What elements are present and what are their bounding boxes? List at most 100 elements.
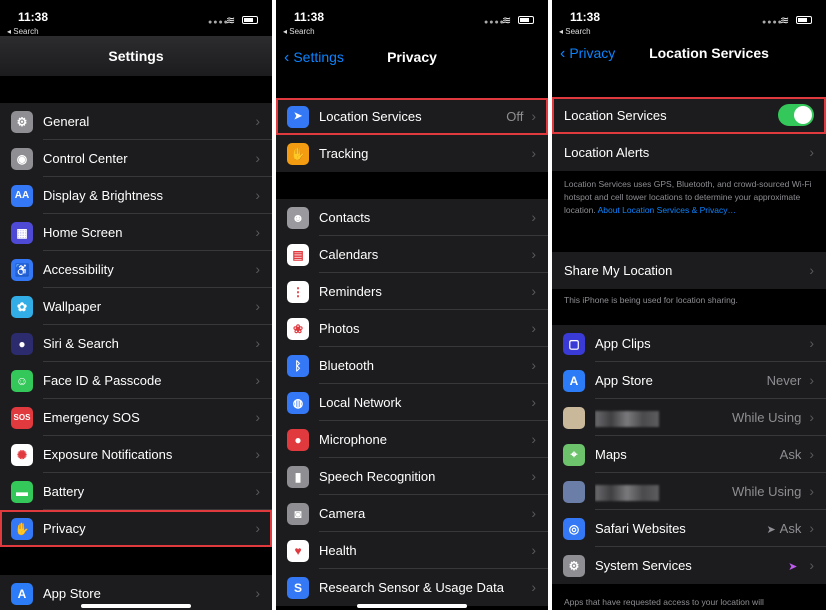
chevron-right-icon: ›: [531, 357, 536, 373]
chevron-right-icon: ›: [531, 283, 536, 299]
blurred-app-icon: [563, 480, 585, 503]
app-clips-icon: ▢: [563, 332, 585, 355]
app-row-app-store[interactable]: A App Store Never ›: [552, 362, 826, 399]
app-row-app-clips[interactable]: ▢ App Clips ›: [552, 325, 826, 362]
privacy-item-photos[interactable]: ❀ Photos ›: [276, 310, 548, 347]
privacy-item-local-network[interactable]: ◍ Local Network ›: [276, 384, 548, 421]
display-brightness-icon: AA: [11, 184, 33, 207]
app-row-system-services[interactable]: ⚙ System Services ➤ ›: [552, 547, 826, 584]
wallpaper-icon: ✿: [11, 295, 33, 318]
status-icons: ●●●● ≋: [484, 14, 534, 27]
settings-item-accessibility[interactable]: ♿ Accessibility ›: [0, 251, 272, 288]
privacy-item-microphone[interactable]: ● Microphone ›: [276, 421, 548, 458]
redacted-app-name: [595, 410, 659, 427]
page-title: Location Services: [649, 45, 769, 61]
share-location-note: This iPhone is being used for location s…: [564, 295, 738, 305]
settings-item-display-brightness[interactable]: AA Display & Brightness ›: [0, 177, 272, 214]
settings-item-face-id-passcode[interactable]: ☺ Face ID & Passcode ›: [0, 362, 272, 399]
location-services-toggle[interactable]: [778, 104, 814, 126]
chevron-right-icon: ›: [255, 409, 260, 425]
chevron-right-icon: ›: [531, 108, 536, 124]
chevron-right-icon: ›: [809, 557, 814, 573]
tracking-icon: ✋: [287, 142, 309, 165]
home-screen-icon: ▦: [11, 221, 33, 244]
settings-item-siri-search[interactable]: ● Siri & Search ›: [0, 325, 272, 362]
battery-status-icon: [796, 16, 812, 24]
back-to-search-link[interactable]: ◂ Search: [283, 27, 315, 36]
chevron-right-icon: ›: [809, 144, 814, 160]
chevron-right-icon: ›: [255, 298, 260, 314]
share-my-location-row[interactable]: Share My Location ›: [552, 252, 826, 289]
location-toggle-group: Location Services Location Alerts ›: [552, 97, 826, 171]
privacy-screen: 11:38 ◂ Search ●●●● ≋ ‹ Settings Privacy …: [276, 0, 548, 610]
chevron-right-icon: ›: [531, 468, 536, 484]
settings-item-general[interactable]: ⚙ General ›: [0, 103, 272, 140]
about-location-privacy-link[interactable]: About Location Services & Privacy…: [598, 205, 736, 215]
privacy-item-speech-recognition[interactable]: ▮ Speech Recognition ›: [276, 458, 548, 495]
page-title: Privacy: [387, 49, 437, 65]
chevron-right-icon: ›: [531, 542, 536, 558]
app-location-list: ▢ App Clips › A App Store Never › While Using › ⌖…: [552, 325, 826, 584]
privacy-item-research-sensor-usage-data[interactable]: S Research Sensor & Usage Data ›: [276, 569, 548, 606]
chevron-right-icon: ›: [255, 261, 260, 277]
chevron-right-icon: ›: [255, 224, 260, 240]
bottom-note: Apps that have requested access to your …: [564, 597, 764, 607]
reminders-icon: ⋮: [287, 280, 309, 303]
settings-item-control-center[interactable]: ◉ Control Center ›: [0, 140, 272, 177]
chevron-right-icon: ›: [531, 431, 536, 447]
privacy-item-calendars[interactable]: ▤ Calendars ›: [276, 236, 548, 273]
settings-list: ⚙ General › ◉ Control Center › AA Display & Bri…: [0, 103, 272, 547]
camera-icon: ◙: [287, 502, 309, 525]
back-to-search-link[interactable]: ◂ Search: [7, 27, 39, 36]
app-row-redacted[interactable]: While Using ›: [552, 473, 826, 510]
chevron-right-icon: ›: [809, 372, 814, 388]
chevron-right-icon: ›: [255, 372, 260, 388]
accessibility-icon: ♿: [11, 258, 33, 281]
status-time: 11:38: [294, 10, 325, 24]
tracking-row[interactable]: ✋ Tracking ›: [276, 135, 548, 172]
settings-item-wallpaper[interactable]: ✿ Wallpaper ›: [0, 288, 272, 325]
battery-status-icon: [518, 16, 534, 24]
chevron-right-icon: ›: [255, 187, 260, 203]
battery-icon: ▬: [11, 480, 33, 503]
nav-bar: Settings: [0, 36, 272, 76]
location-services-row[interactable]: ➤ Location Services Off ›: [276, 98, 548, 135]
app-row-maps[interactable]: ⌖ Maps Ask ›: [552, 436, 826, 473]
chevron-right-icon: ›: [809, 520, 814, 536]
settings-item-exposure-notifications[interactable]: ✺ Exposure Notifications ›: [0, 436, 272, 473]
status-bar: 11:38 ◂ Search ●●●● ≋: [276, 0, 548, 40]
location-arrow-icon: ➤: [766, 524, 776, 536]
home-indicator: [357, 604, 467, 608]
privacy-item-contacts[interactable]: ☻ Contacts ›: [276, 199, 548, 236]
location-arrow-icon: ➤: [287, 105, 309, 128]
speech-icon: ▮: [287, 465, 309, 488]
privacy-permissions-list: ☻ Contacts › ▤ Calendars › ⋮ Reminders › ❀ Photos ›…: [276, 199, 548, 606]
chevron-right-icon: ›: [255, 335, 260, 351]
chevron-right-icon: ›: [809, 446, 814, 462]
settings-item-battery[interactable]: ▬ Battery ›: [0, 473, 272, 510]
battery-status-icon: [242, 16, 258, 24]
privacy-item-reminders[interactable]: ⋮ Reminders ›: [276, 273, 548, 310]
redacted-app-name: [595, 484, 659, 501]
settings-item-privacy[interactable]: ✋ Privacy ›: [0, 510, 272, 547]
chevron-right-icon: ›: [531, 246, 536, 262]
app-row-redacted[interactable]: While Using ›: [552, 399, 826, 436]
permission-value: Ask: [779, 521, 802, 536]
privacy-item-bluetooth[interactable]: ᛒ Bluetooth ›: [276, 347, 548, 384]
location-alerts-row[interactable]: Location Alerts ›: [552, 134, 826, 171]
location-services-screen: 11:38 ◂ Search ●●●● ≋ ‹ Privacy Location …: [552, 0, 826, 610]
settings-item-home-screen[interactable]: ▦ Home Screen ›: [0, 214, 272, 251]
research-icon: S: [287, 576, 309, 599]
status-time: 11:38: [18, 10, 49, 24]
back-to-search-link[interactable]: ◂ Search: [559, 27, 591, 36]
chevron-right-icon: ›: [531, 209, 536, 225]
chevron-left-icon: ‹: [560, 45, 566, 62]
location-arrow-icon: ➤: [788, 561, 798, 573]
settings-item-emergency-sos[interactable]: SOS Emergency SOS ›: [0, 399, 272, 436]
app-store-icon: A: [563, 369, 585, 392]
chevron-right-icon: ›: [809, 262, 814, 278]
privacy-item-health[interactable]: ♥ Health ›: [276, 532, 548, 569]
privacy-item-camera[interactable]: ◙ Camera ›: [276, 495, 548, 532]
app-row-safari-websites[interactable]: ◎ Safari Websites ➤ Ask ›: [552, 510, 826, 547]
nav-bar: ‹ Privacy Location Services: [552, 36, 826, 70]
